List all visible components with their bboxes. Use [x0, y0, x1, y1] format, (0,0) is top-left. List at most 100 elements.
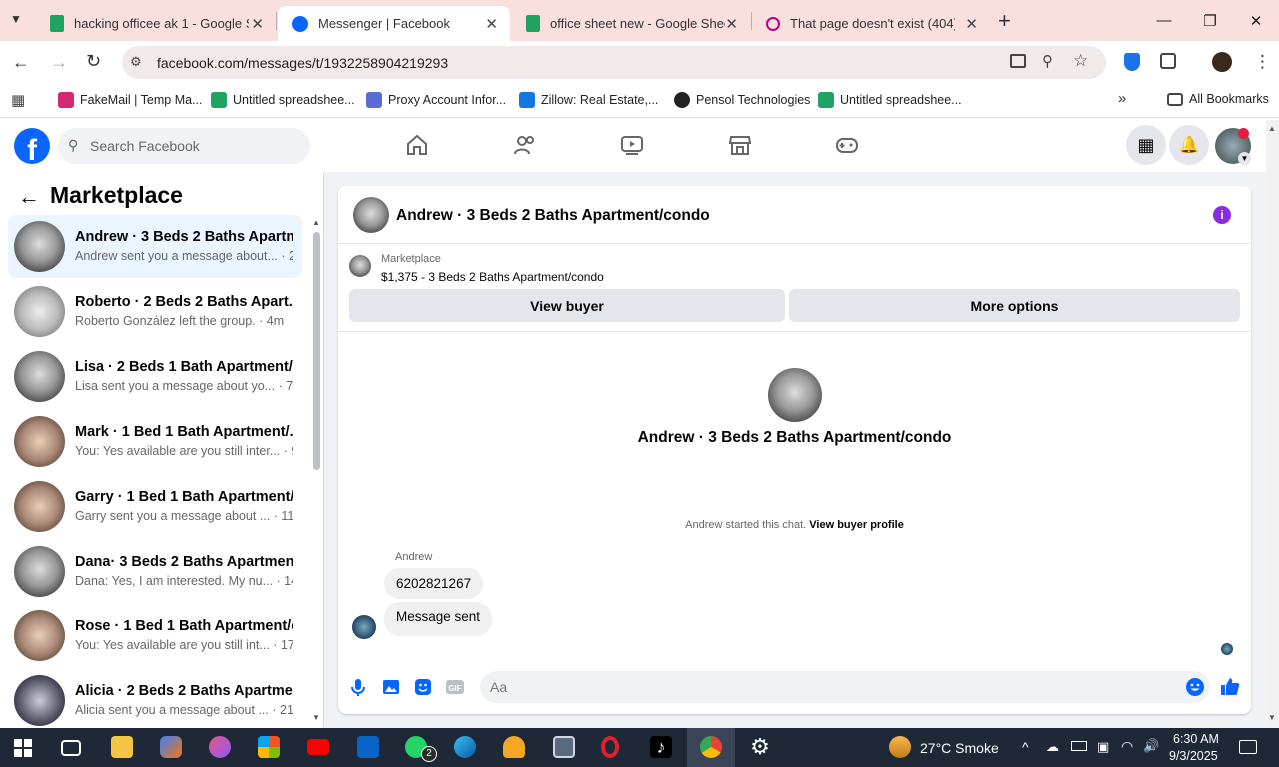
- home-icon[interactable]: [405, 133, 429, 157]
- settings-gear-icon[interactable]: ⚙: [749, 736, 771, 758]
- apps-icon[interactable]: ▦: [11, 91, 25, 109]
- app-icon[interactable]: [553, 736, 575, 758]
- tab-messenger[interactable]: Messenger | Facebook ✕: [278, 6, 510, 41]
- url-text[interactable]: facebook.com/messages/t/1932258904219293: [157, 55, 448, 71]
- gaming-icon[interactable]: [835, 133, 859, 157]
- all-bookmarks-button[interactable]: All Bookmarks: [1167, 92, 1269, 106]
- list-scrollbar[interactable]: [313, 232, 320, 470]
- edge-icon[interactable]: [454, 736, 476, 758]
- friends-icon[interactable]: [513, 133, 537, 157]
- youtube-icon[interactable]: [307, 739, 329, 755]
- back-icon[interactable]: ←: [12, 52, 30, 73]
- close-icon[interactable]: ✕: [251, 15, 264, 33]
- photo-icon[interactable]: [381, 677, 401, 697]
- marketplace-icon[interactable]: [728, 133, 752, 157]
- microsoft-store-icon[interactable]: [258, 736, 280, 758]
- notifications-button[interactable]: 🔔: [1169, 125, 1209, 165]
- message-bubble[interactable]: 6202821267: [384, 568, 484, 599]
- install-app-icon[interactable]: [1010, 54, 1026, 68]
- weather-icon[interactable]: [889, 736, 911, 758]
- video-icon[interactable]: [620, 133, 644, 157]
- feather-app-icon[interactable]: [209, 736, 231, 758]
- back-arrow-icon[interactable]: ←: [18, 184, 40, 210]
- opera-icon[interactable]: [601, 736, 619, 758]
- account-chevron-icon[interactable]: ▼: [1238, 152, 1251, 165]
- bookmark-star-icon[interactable]: ☆: [1073, 51, 1088, 71]
- page-scroll-up-arrow[interactable]: ▲: [1268, 124, 1276, 133]
- task-view-icon[interactable]: [61, 740, 81, 756]
- conversation-item-alicia[interactable]: Alicia · 2 Beds 2 Baths Apartme... Alici…: [8, 669, 302, 727]
- chrome-menu-icon[interactable]: ⋮: [1254, 52, 1271, 72]
- clock-time[interactable]: 6:30 AM: [1173, 732, 1219, 746]
- message-input[interactable]: [490, 671, 1170, 703]
- tab-search-button[interactable]: ▼: [10, 12, 22, 26]
- close-icon[interactable]: ✕: [725, 15, 738, 33]
- chrome-icon[interactable]: [700, 736, 722, 758]
- profile-avatar[interactable]: [1212, 52, 1232, 72]
- close-icon[interactable]: ✕: [485, 15, 498, 33]
- more-bookmarks-icon[interactable]: »: [1118, 90, 1126, 107]
- message-composer[interactable]: [480, 671, 1210, 703]
- notification-center-icon[interactable]: [1239, 740, 1257, 754]
- copilot-icon[interactable]: [160, 736, 182, 758]
- listing-price-title[interactable]: $1,375 - 3 Beds 2 Baths Apartment/condo: [381, 270, 604, 284]
- new-tab-button[interactable]: +: [998, 8, 1011, 34]
- message-bubble[interactable]: Message sent: [384, 602, 493, 636]
- tiktok-icon[interactable]: ♪: [650, 736, 672, 758]
- outlook-icon[interactable]: [357, 736, 379, 758]
- battery-icon[interactable]: [1071, 741, 1087, 751]
- scroll-down-arrow[interactable]: ▼: [312, 713, 320, 722]
- conversation-item-mark[interactable]: Mark · 1 Bed 1 Bath Apartment/... You: Y…: [8, 410, 302, 473]
- emoji-icon[interactable]: [1185, 677, 1205, 697]
- extensions-icon[interactable]: [1160, 53, 1176, 69]
- bookmark-spreadsheet-1[interactable]: Untitled spreadshee...: [211, 92, 355, 108]
- gif-icon[interactable]: GIF: [445, 677, 465, 697]
- chat-header-avatar[interactable]: [353, 197, 389, 233]
- bookmark-spreadsheet-2[interactable]: Untitled spreadshee...: [818, 92, 962, 108]
- scroll-up-arrow[interactable]: ▲: [312, 218, 320, 227]
- zoom-icon[interactable]: ⚲: [1042, 52, 1053, 70]
- tab-sheets-1[interactable]: hacking officee ak 1 - Google Sheets ✕: [36, 6, 276, 41]
- minimize-button[interactable]: —: [1141, 0, 1187, 41]
- weather-text[interactable]: 27°C Smoke: [920, 740, 999, 756]
- bookmark-zillow[interactable]: Zillow: Real Estate,...: [519, 92, 658, 108]
- sticker-icon[interactable]: [413, 677, 433, 697]
- restore-button[interactable]: ❐: [1187, 0, 1233, 41]
- microphone-icon[interactable]: [348, 677, 368, 697]
- close-window-button[interactable]: ✕: [1233, 0, 1279, 41]
- view-buyer-profile-link[interactable]: View buyer profile: [809, 519, 904, 531]
- facebook-logo[interactable]: f: [14, 128, 50, 164]
- more-options-button[interactable]: More options: [789, 289, 1240, 322]
- tray-overflow-icon[interactable]: ^: [1022, 739, 1029, 755]
- clock-date[interactable]: 9/3/2025: [1169, 749, 1218, 763]
- view-buyer-button[interactable]: View buyer: [349, 289, 785, 322]
- tab-404[interactable]: That page doesn't exist (404) - Facebook…: [752, 6, 990, 41]
- like-icon[interactable]: [1220, 677, 1240, 697]
- windows-start-icon[interactable]: [14, 739, 32, 757]
- page-scrollbar[interactable]: [1266, 120, 1279, 728]
- page-scroll-down-arrow[interactable]: ▼: [1268, 713, 1276, 722]
- forward-icon[interactable]: →: [50, 52, 68, 73]
- reload-icon[interactable]: ↻: [86, 51, 101, 72]
- conversation-item-rose[interactable]: Rose · 1 Bed 1 Bath Apartment/c... You: …: [8, 604, 302, 667]
- conversation-item-garry[interactable]: Garry · 1 Bed 1 Bath Apartment/... Garry…: [8, 475, 302, 538]
- conversation-item-dana[interactable]: Dana· 3 Beds 2 Baths Apartmen... Dana: Y…: [8, 540, 302, 603]
- info-icon[interactable]: i: [1213, 206, 1231, 224]
- file-explorer-icon[interactable]: [111, 736, 133, 758]
- close-icon[interactable]: ✕: [965, 15, 978, 33]
- medal-app-icon[interactable]: [503, 736, 525, 758]
- menu-grid-button[interactable]: ▦: [1126, 125, 1166, 165]
- wifi-icon[interactable]: ◠: [1121, 738, 1133, 755]
- shield-icon[interactable]: [1124, 53, 1140, 71]
- onedrive-icon[interactable]: ☁: [1046, 739, 1059, 755]
- chat-title[interactable]: Andrew · 3 Beds 2 Baths Apartment/condo: [396, 207, 710, 225]
- tab-sheets-2[interactable]: office sheet new - Google Sheets ✕: [512, 6, 750, 41]
- site-info-icon[interactable]: ⚙: [130, 54, 142, 70]
- conversation-item-lisa[interactable]: Lisa · 2 Beds 1 Bath Apartment/c... Lisa…: [8, 345, 302, 408]
- bookmark-pensol[interactable]: Pensol Technologies: [674, 92, 810, 108]
- conversation-item-roberto[interactable]: Roberto · 2 Beds 2 Baths Apart... Robert…: [8, 280, 302, 343]
- display-icon[interactable]: ▣: [1097, 739, 1109, 755]
- bookmark-fakemail[interactable]: FakeMail | Temp Ma...: [58, 92, 203, 108]
- volume-icon[interactable]: 🔊: [1143, 738, 1159, 754]
- chat-profile-avatar[interactable]: [768, 368, 822, 422]
